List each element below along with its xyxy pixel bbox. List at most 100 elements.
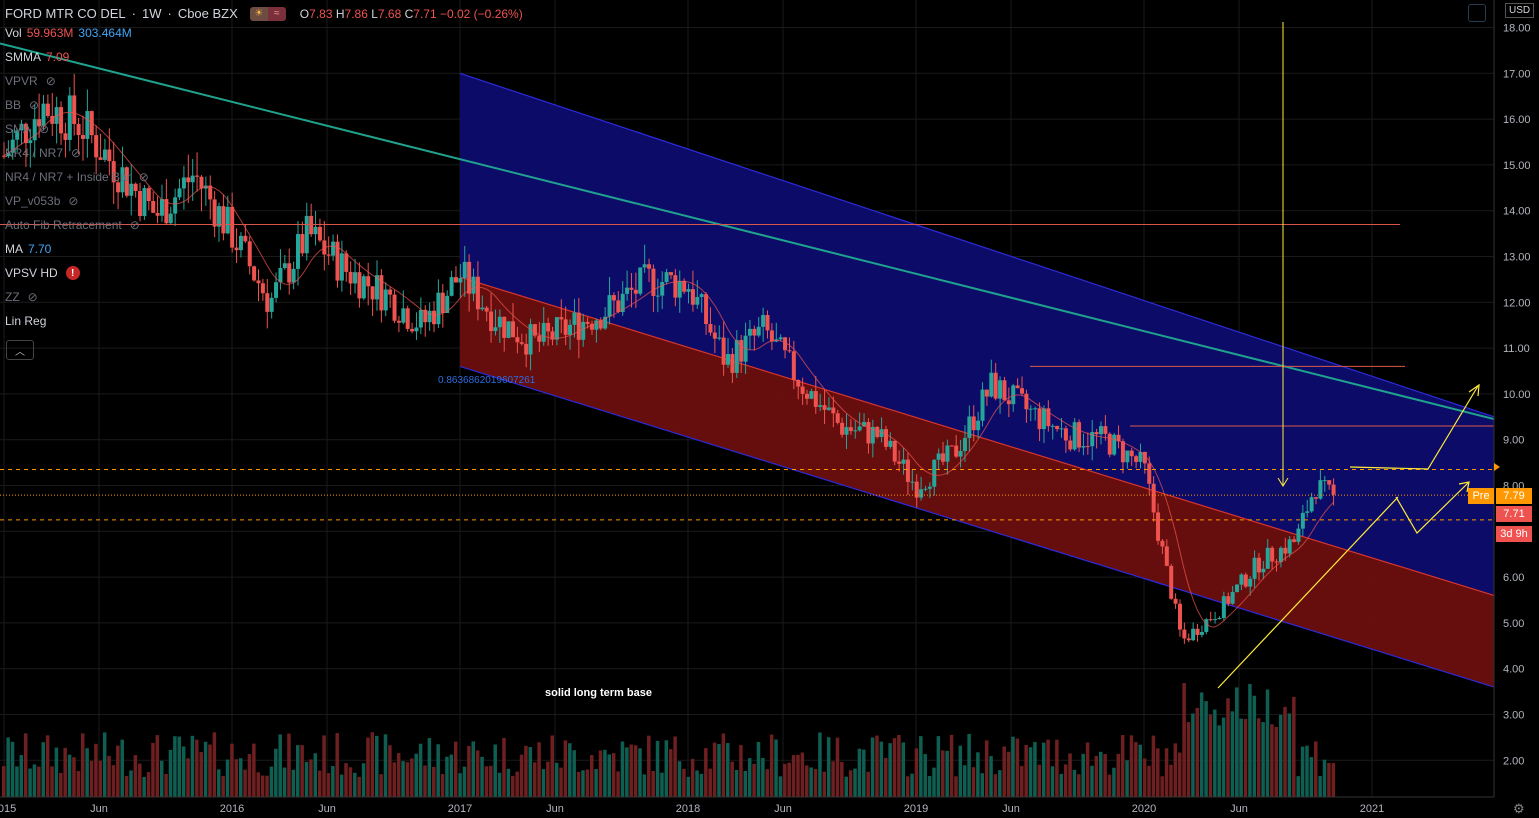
volume-bar [515,771,519,797]
fullscreen-icon[interactable] [1468,4,1486,22]
indicator-vp[interactable]: VP_v053b ⊘ [5,189,523,213]
indicator-fib[interactable]: Auto Fib Retracement ⊘ [5,213,523,237]
indicator-ma[interactable]: MA 7.70 [5,237,523,261]
candle-body [734,340,739,373]
volume-bar [427,738,432,797]
eye-hidden-icon[interactable]: ⊘ [39,122,49,136]
candle-body [1011,385,1016,405]
volume-bar [769,734,774,797]
candle-body [1213,619,1218,621]
candle-body [668,272,673,276]
candle-body [642,264,647,268]
candle-body [1191,628,1196,641]
candle-body [664,272,669,283]
interval-label[interactable]: 1W [142,6,162,21]
currency-label[interactable]: USD [1505,3,1535,18]
candle-body [949,445,954,447]
volume-bar [269,766,274,797]
candle-body [721,337,726,365]
volume-bar [905,776,910,797]
candle-body [638,267,643,294]
volume-bar [791,755,796,797]
indicator-smma[interactable]: SMMA 7.09 [5,45,523,69]
volume-bar [1098,751,1103,797]
candle-body [813,391,818,407]
candle-body [1120,441,1125,463]
volume-bar [502,737,506,797]
candle-body [704,294,709,325]
candle-body [581,321,586,340]
volume-bar [111,765,116,797]
volume-bar [980,773,985,797]
volume-bar [532,762,537,797]
eye-hidden-icon[interactable]: ⊘ [46,74,56,88]
candle-body [984,389,989,397]
price-tick-label: 17.00 [1503,68,1531,80]
volume-bar [1046,739,1050,797]
candle-body [958,450,963,457]
volume-bar [914,748,919,797]
volume-bar [348,767,353,797]
volume-bar [668,749,673,797]
warning-icon[interactable]: ! [65,266,80,280]
symbol-name[interactable]: FORD MTR CO DEL [5,6,126,21]
candle-body [993,372,998,399]
candle-body [1020,388,1025,394]
volume-bar [835,737,840,797]
eye-hidden-icon[interactable]: ⊘ [130,218,140,232]
volume-bar [401,761,405,797]
volume-bar [936,736,941,797]
indicator-sma[interactable]: SMA ⊘ [5,117,523,141]
volume-bar [168,749,173,797]
eye-hidden-icon[interactable]: ⊘ [68,194,78,208]
candle-body [739,340,744,362]
candle-body [515,337,520,343]
candle-body [546,323,551,332]
volume-bar [45,735,50,797]
volume-bar [208,744,212,797]
eye-hidden-icon[interactable]: ⊘ [29,98,39,112]
candle-body [1103,426,1108,434]
candle-body [809,391,814,399]
indicator-vpvr[interactable]: VPVR ⊘ [5,69,523,93]
candle-body [524,343,529,355]
eye-hidden-icon[interactable]: ⊘ [71,146,81,160]
price-tick-label: 5.00 [1503,618,1524,630]
volume-bar [15,766,19,797]
candle-body [892,440,897,462]
price-tick-label: 6.00 [1503,572,1524,584]
time-tick-label: Jun [1230,803,1248,815]
indicator-nr[interactable]: NR4 / NR7 ⊘ [5,141,523,165]
volume-bar [998,770,1002,797]
time-tick-label: Jun [774,803,792,815]
indicator-bb[interactable]: BB ⊘ [5,93,523,117]
indicator-linreg[interactable]: Lin Reg [5,309,523,333]
volume-bar [638,748,642,797]
volume-bar [1156,748,1160,797]
indicator-vpsv[interactable]: VPSV HD ! [5,261,523,285]
candle-body [651,268,656,296]
volume-bar [370,732,375,797]
indicator-vol[interactable]: Vol 59.963M 303.464M [5,21,523,45]
candle-body [537,335,542,342]
candle-body [1125,450,1130,463]
volume-bar [826,737,831,797]
indicator-zz[interactable]: ZZ ⊘ [5,285,523,309]
collapse-legend-button[interactable]: ︿ [6,340,34,360]
gear-icon: ⚙ [1513,801,1525,816]
volume-bar [1037,764,1042,797]
volume-bar [976,752,980,797]
candle-body [1094,432,1099,435]
eye-hidden-icon[interactable]: ⊘ [139,170,149,184]
volume-bar [743,770,748,797]
eye-hidden-icon[interactable]: ⊘ [28,290,38,304]
volume-bar [199,752,203,797]
volume-bar [910,773,914,797]
indicator-nr-inside[interactable]: NR4 / NR7 + Inside Bar ⊘ [5,165,523,189]
volume-bar [647,735,651,797]
volume-bar [432,766,436,797]
volume-bar [712,742,717,797]
volume-bar [726,743,730,797]
candle-body [708,324,713,333]
volume-bar [962,765,967,797]
